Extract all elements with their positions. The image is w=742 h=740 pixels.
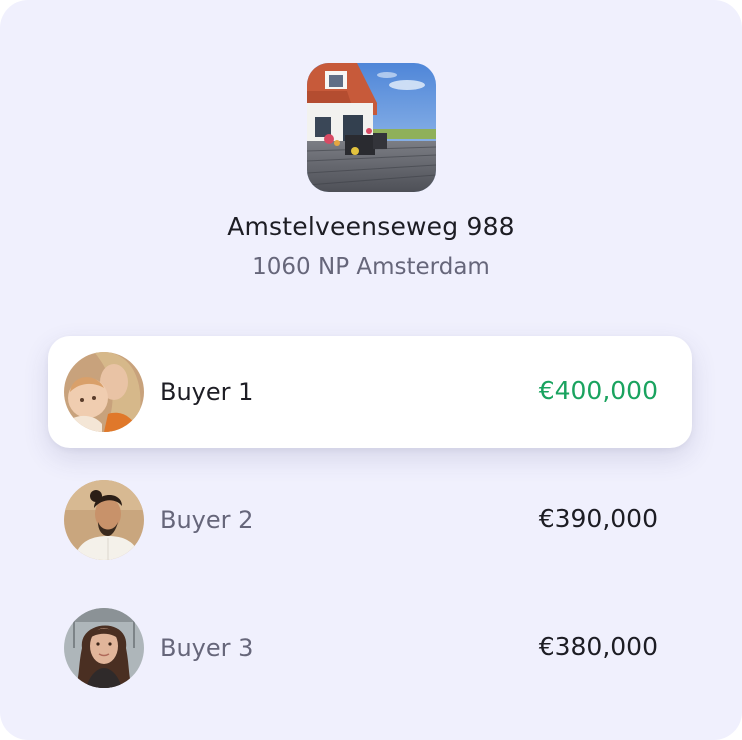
buyer-2-price: €390,000	[538, 504, 658, 533]
buyer-1-avatar	[64, 352, 144, 432]
buyer-3-price: €380,000	[538, 632, 658, 661]
property-city: 1060 NP Amsterdam	[252, 254, 490, 280]
buyer-row-3[interactable]: Buyer 3 €380,000	[48, 592, 692, 704]
buyer-1-name: Buyer 1	[160, 378, 254, 406]
buyer-3-avatar	[64, 608, 144, 688]
mother-with-child-photo-icon	[64, 352, 144, 432]
house-photo-icon	[307, 63, 436, 192]
buyer-offers-card: Amstelveenseweg 988 1060 NP Amsterdam Bu…	[0, 0, 742, 740]
buyer-2-avatar	[64, 480, 144, 560]
man-with-bun-photo-icon	[64, 480, 144, 560]
woman-long-hair-photo-icon	[64, 608, 144, 688]
property-photo	[307, 63, 436, 192]
buyer-1-price: €400,000	[538, 376, 658, 405]
buyer-2-name: Buyer 2	[160, 506, 254, 534]
buyer-row-2[interactable]: Buyer 2 €390,000	[48, 464, 692, 576]
buyer-row-1[interactable]: Buyer 1 €400,000	[48, 336, 692, 448]
buyer-3-name: Buyer 3	[160, 634, 254, 662]
property-street: Amstelveenseweg 988	[227, 212, 515, 241]
